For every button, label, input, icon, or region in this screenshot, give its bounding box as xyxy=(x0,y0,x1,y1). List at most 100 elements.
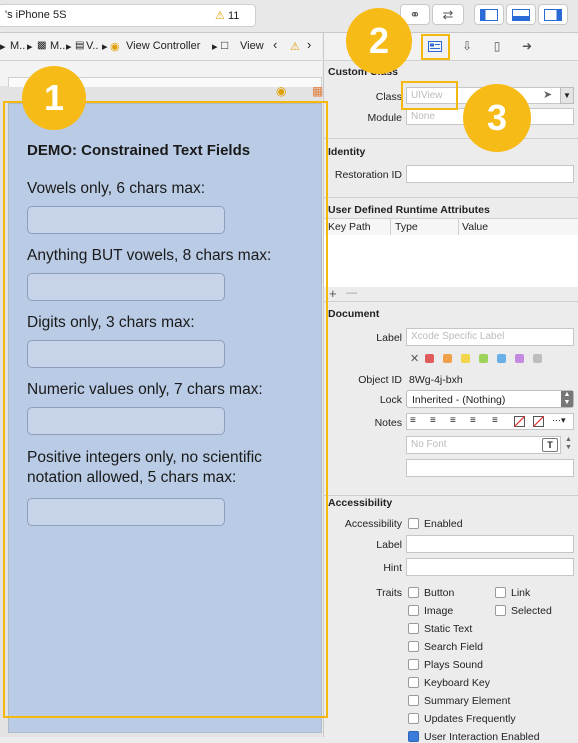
type-column: Type xyxy=(395,221,418,233)
notes-label: Notes xyxy=(374,417,402,429)
align-right-icon[interactable]: ≡ xyxy=(450,415,456,426)
breadcrumb-item[interactable]: View Controller xyxy=(126,40,200,52)
lock-label: Lock xyxy=(379,394,402,406)
align-center-icon[interactable]: ≡ xyxy=(430,415,436,426)
trait-label: Updates Frequently xyxy=(424,713,516,725)
add-attribute-button[interactable]: + xyxy=(329,286,337,301)
connections-inspector-tab[interactable]: ➜ xyxy=(517,37,537,55)
identity-tab-highlight xyxy=(421,34,450,60)
align-natural-icon[interactable]: ≡ xyxy=(492,415,498,426)
next-icon[interactable]: › xyxy=(307,37,311,52)
label-color-yellow[interactable] xyxy=(461,354,470,363)
breadcrumb-item[interactable]: View xyxy=(240,40,264,52)
ruler-icon: ▯ xyxy=(493,39,501,53)
traits-label: Traits xyxy=(376,587,402,599)
notes-text-area[interactable] xyxy=(406,459,574,477)
storyboard-icon: ▤ xyxy=(75,40,85,51)
identity-inspector: ⇩ ▯ ➜ Custom Class Class UIView ➤ ▼ Modu… xyxy=(323,33,578,743)
trait-plays-sound-checkbox[interactable] xyxy=(408,659,419,670)
trait-label: Search Field xyxy=(424,641,483,653)
navigator-toggle-button[interactable] xyxy=(474,4,504,25)
accessibility-enabled-checkbox[interactable] xyxy=(408,518,419,529)
breadcrumb-item[interactable]: M.. xyxy=(10,40,25,52)
udra-table-header: Key Path Type Value xyxy=(324,218,578,236)
chevron-down-icon: ▼ xyxy=(563,91,571,100)
module-value: None xyxy=(411,111,435,122)
notes-format-bar: ≡ ≡ ≡ ≡ ≡ ⋯▾ xyxy=(406,413,574,430)
align-justify-icon[interactable]: ≡ xyxy=(470,415,476,426)
file-icon: ▩ xyxy=(37,40,47,51)
lock-value: Inherited - (Nothing) xyxy=(412,394,506,406)
accessibility-label-field[interactable] xyxy=(406,535,574,553)
class-field-highlight xyxy=(401,81,458,110)
warning-icon: ⚠ xyxy=(215,10,225,22)
view-controller-icon[interactable]: ◉ xyxy=(276,84,286,98)
align-left-icon[interactable]: ≡ xyxy=(410,415,416,426)
font-stepper-icon[interactable]: ▲ ▼ xyxy=(565,436,572,452)
label-color-blue[interactable] xyxy=(497,354,506,363)
label-color-red[interactable] xyxy=(425,354,434,363)
identity-header: Identity xyxy=(328,146,366,158)
lock-popup[interactable]: Inherited - (Nothing) ▲ ▼ xyxy=(406,390,574,408)
no-color-icon[interactable] xyxy=(514,416,525,427)
version-editor-button[interactable]: ⇄ xyxy=(432,4,464,25)
xcode-label-placeholder: Xcode Specific Label xyxy=(411,331,505,342)
breadcrumb-item[interactable]: V.. xyxy=(86,40,98,52)
first-responder-icon[interactable]: ▦ xyxy=(312,84,323,98)
size-inspector-tab[interactable]: ▯ xyxy=(487,37,507,55)
xcode-label-field[interactable]: Xcode Specific Label xyxy=(406,328,574,346)
more-options-icon[interactable]: ⋯▾ xyxy=(552,415,566,426)
trait-label: Keyboard Key xyxy=(424,677,490,689)
callout-three: 3 xyxy=(463,84,531,152)
class-dropdown[interactable]: ▼ xyxy=(560,87,574,104)
divider xyxy=(324,495,578,496)
trait-selected-checkbox[interactable] xyxy=(495,605,506,616)
trait-image-checkbox[interactable] xyxy=(408,605,419,616)
previous-icon[interactable]: ‹ xyxy=(273,37,277,52)
trait-keyboard-key-checkbox[interactable] xyxy=(408,677,419,688)
stepper-chevrons-icon: ▲ ▼ xyxy=(561,391,573,407)
trait-button-checkbox[interactable] xyxy=(408,587,419,598)
trait-label: Image xyxy=(424,605,454,617)
font-field[interactable]: No Font xyxy=(406,436,561,454)
clear-color-icon[interactable]: ✕ xyxy=(410,352,419,365)
object-id-label: Object ID xyxy=(358,374,402,386)
restoration-id-field[interactable] xyxy=(406,165,574,183)
trait-static-text-checkbox[interactable] xyxy=(408,623,419,634)
debug-toggle-button[interactable] xyxy=(506,4,536,25)
trait-label: Selected xyxy=(511,605,552,617)
label-color-gray[interactable] xyxy=(533,354,542,363)
trait-label: Link xyxy=(511,587,531,599)
crumb-arrow-icon: ▸ xyxy=(0,41,6,53)
trait-link-checkbox[interactable] xyxy=(495,587,506,598)
document-header: Document xyxy=(328,308,380,320)
trait-summary-element-checkbox[interactable] xyxy=(408,695,419,706)
trait-label: Button xyxy=(424,587,455,599)
class-label: Class xyxy=(375,91,402,103)
trait-updates-frequently-checkbox[interactable] xyxy=(408,713,419,724)
scheme-label: 's iPhone 5S xyxy=(5,9,67,21)
go-arrow-icon[interactable]: ➤ xyxy=(543,88,552,101)
trait-label: Static Text xyxy=(424,623,473,635)
bottom-panel-icon xyxy=(512,8,530,21)
scheme-selector[interactable]: 's iPhone 5S ⚠ 11 xyxy=(0,4,256,27)
warning-badge[interactable]: ⚠ 11 xyxy=(215,9,239,22)
remove-attribute-button[interactable]: — xyxy=(346,287,357,299)
label-color-orange[interactable] xyxy=(443,354,452,363)
column-divider xyxy=(458,219,459,235)
warning-icon[interactable]: ⚠ xyxy=(290,40,300,53)
accessibility-label-label: Label xyxy=(376,539,402,551)
label-color-green[interactable] xyxy=(479,354,488,363)
jump-bar: ▸ M.. ▸ ▩ M.. ▸ ▤ V.. ▸ ◉ View Controlle… xyxy=(0,33,322,61)
font-picker-icon[interactable]: T xyxy=(542,438,558,452)
breadcrumb-item[interactable]: M.. xyxy=(50,40,65,52)
hint-field[interactable] xyxy=(406,558,574,576)
udra-table-body[interactable] xyxy=(324,235,578,287)
utilities-toggle-button[interactable] xyxy=(538,4,568,25)
attributes-inspector-tab[interactable]: ⇩ xyxy=(457,37,477,55)
label-color-purple[interactable] xyxy=(515,354,524,363)
trait-search-field-checkbox[interactable] xyxy=(408,641,419,652)
no-background-icon[interactable] xyxy=(533,416,544,427)
left-panel-icon xyxy=(480,8,498,21)
trait-label: User Interaction Enabled xyxy=(424,731,540,743)
